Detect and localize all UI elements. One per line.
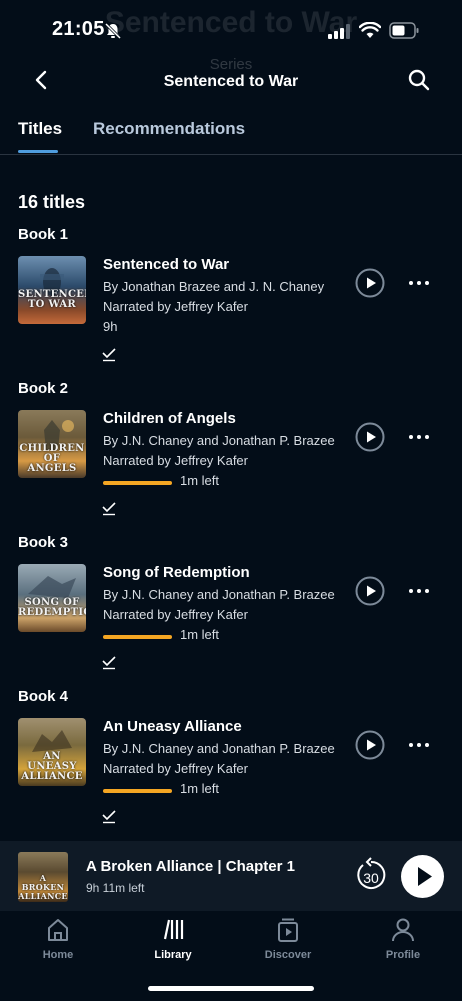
skip-seconds: 30 [363, 870, 379, 886]
book-title[interactable]: Song of Redemption [103, 564, 250, 581]
play-icon [418, 867, 432, 886]
list-item[interactable]: Book 4 AN UNEASY ALLIANCE An Uneasy Alli… [0, 688, 462, 838]
titles-count: 16 titles [18, 192, 86, 212]
book-title[interactable]: An Uneasy Alliance [103, 718, 242, 735]
listening-progress-bar [103, 481, 172, 485]
book-narrator: Narrated by Jeffrey Kafer [103, 761, 248, 776]
more-options-button[interactable] [405, 730, 433, 760]
skip-back-button[interactable]: 30 [354, 857, 388, 893]
book-title[interactable]: Children of Angels [103, 410, 236, 427]
book-number: Book 2 [18, 380, 69, 397]
tab-bar: Titles Recommendations [0, 112, 462, 155]
bell-muted-icon [104, 22, 122, 40]
status-bar: Sentenced to War Series 21:05 [0, 0, 462, 73]
nav-label: Home [42, 949, 74, 961]
mini-player[interactable]: A BROKEN ALLIANCE A Broken Alliance | Ch… [0, 841, 462, 911]
list-item[interactable]: Book 3 SONG OF REDEMPTION Song of Redemp… [0, 534, 462, 684]
nav-label: Library [154, 949, 192, 961]
active-tab-indicator [18, 150, 58, 153]
time-left: 1m left [180, 781, 220, 796]
cover-title-text: A BROKEN ALLIANCE [18, 873, 68, 901]
book-duration: 9h [103, 319, 118, 334]
ghost-series-subtitle: Series [209, 56, 253, 73]
book-title[interactable]: Sentenced to War [103, 256, 229, 273]
book-narrator: Narrated by Jeffrey Kafer [103, 607, 248, 622]
tab-recommendations[interactable]: Recommendations [93, 119, 245, 139]
list-item[interactable]: Book 2 CHILDREN OF ANGELS Children of An… [0, 380, 462, 530]
book-author: By J.N. Chaney and Jonathan P. Brazee [103, 433, 335, 448]
book-author: By Jonathan Brazee and J. N. Chaney [103, 279, 325, 294]
discover-icon [278, 918, 298, 942]
status-time: 21:05 [52, 18, 105, 40]
more-options-button[interactable] [405, 268, 433, 298]
nav-label: Profile [385, 949, 421, 961]
book-number: Book 4 [18, 688, 69, 705]
book-cover[interactable]: SONG OF REDEMPTION [18, 564, 86, 632]
home-indicator [148, 986, 314, 991]
play-button[interactable] [355, 422, 385, 452]
finished-check-icon [102, 810, 116, 824]
book-cover[interactable]: CHILDREN OF ANGELS [18, 410, 86, 478]
book-number: Book 1 [18, 226, 69, 243]
play-button[interactable] [355, 268, 385, 298]
nav-label: Discover [264, 949, 312, 961]
time-left: 1m left [180, 627, 220, 642]
nav-home[interactable]: Home [18, 917, 98, 967]
library-icon [163, 919, 184, 940]
battery-icon [389, 22, 419, 39]
play-button[interactable] [355, 576, 385, 606]
book-author: By J.N. Chaney and Jonathan P. Brazee [103, 587, 335, 602]
book-cover[interactable]: AN UNEASY ALLIANCE [18, 718, 86, 786]
page-title: Sentenced to War [163, 73, 299, 90]
nav-library[interactable]: Library [133, 917, 213, 967]
time-left: 1m left [180, 473, 220, 488]
back-button[interactable] [28, 66, 56, 94]
cover-title-text: SONG OF REDEMPTION [18, 597, 86, 618]
finished-check-icon [102, 502, 116, 516]
cover-title-text: CHILDREN OF ANGELS [19, 443, 85, 474]
cover-title-text: AN UNEASY ALLIANCE [21, 751, 83, 782]
nav-profile[interactable]: Profile [363, 917, 443, 967]
listening-progress-bar [103, 789, 172, 793]
book-narrator: Narrated by Jeffrey Kafer [103, 453, 248, 468]
now-playing-cover[interactable]: A BROKEN ALLIANCE [18, 852, 68, 902]
search-icon[interactable] [405, 66, 433, 94]
book-narrator: Narrated by Jeffrey Kafer [103, 299, 248, 314]
listening-progress-bar [103, 635, 172, 639]
book-cover[interactable]: SENTENCED TO WAR [18, 256, 86, 324]
book-author: By J.N. Chaney and Jonathan P. Brazee [103, 741, 335, 756]
wifi-icon [359, 22, 381, 38]
now-playing-title[interactable]: A Broken Alliance | Chapter 1 [86, 858, 295, 875]
more-options-button[interactable] [405, 576, 433, 606]
tab-titles[interactable]: Titles [18, 119, 62, 139]
list-item[interactable]: Book 1 SENTENCED TO WAR Sentenced to War… [0, 226, 462, 376]
play-pause-button[interactable] [401, 855, 444, 898]
finished-check-icon [102, 348, 116, 362]
ghost-series-title: Sentenced to War [104, 6, 358, 39]
book-number: Book 3 [18, 534, 69, 551]
finished-check-icon [102, 656, 116, 670]
home-icon [48, 919, 68, 941]
now-playing-time-left: 9h 11m left [86, 881, 145, 895]
cover-title-text: SENTENCED TO WAR [18, 289, 86, 310]
profile-icon [392, 918, 414, 942]
cellular-signal-icon [328, 24, 350, 39]
play-button[interactable] [355, 730, 385, 760]
nav-discover[interactable]: Discover [248, 917, 328, 967]
more-options-button[interactable] [405, 422, 433, 452]
